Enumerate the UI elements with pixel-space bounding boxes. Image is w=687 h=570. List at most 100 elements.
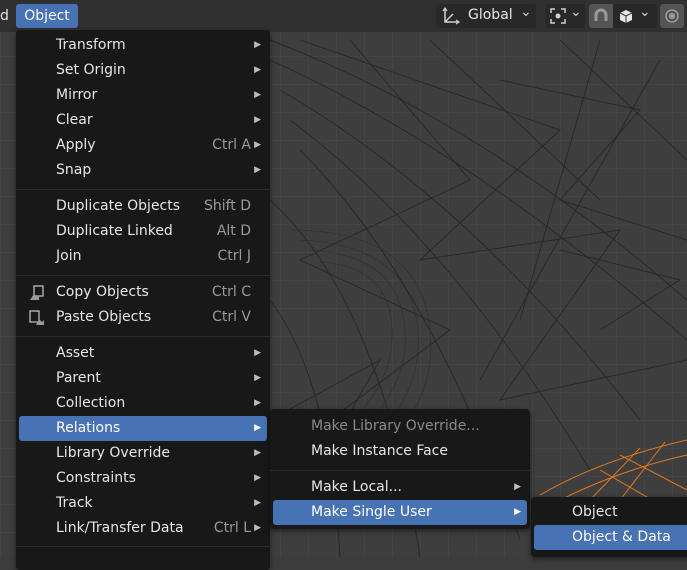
submenu-arrow-icon: ▶ [254,348,261,358]
menu-item-shortcut: Ctrl J [217,248,252,264]
snap-toggle-button[interactable] [589,4,613,28]
submenu-arrow-icon: ▶ [254,423,261,433]
menu-item-label: Relations [56,420,121,436]
overlay-circle-icon [665,9,679,23]
relations-submenu: Make Library Override... Make Instance F… [270,409,530,529]
menu-item-shortcut: Ctrl A [212,137,251,153]
make-single-user-submenu: Object Object & Data [531,497,687,557]
header-menu-fragment[interactable]: d [0,8,9,24]
snap-controls[interactable]: ⌄ [589,4,657,28]
overlay-toggle-button[interactable] [660,4,684,28]
menu-separator [16,189,270,190]
menu-item-paste-objects[interactable]: Paste Objects Ctrl V [19,305,267,330]
menu-item-apply[interactable]: Apply Ctrl A ▶ [19,133,267,158]
pivot-point-icon [550,8,566,24]
menu-item-label: Parent [56,370,101,386]
viewport-header: d Object Global ⌄ ⌄ ⌄ [0,0,687,32]
menu-item-label: Constraints [56,470,136,486]
menu-item-set-origin[interactable]: Set Origin ▶ [19,58,267,83]
object-menu: Transform ▶ Set Origin ▶ Mirror ▶ Clear … [16,30,270,570]
submenu-arrow-icon: ▶ [514,482,521,492]
menu-item-join[interactable]: Join Ctrl J [19,244,267,269]
submenu-arrow-icon: ▶ [254,523,261,533]
menu-item-label: Duplicate Linked [56,223,173,239]
menu-item-asset[interactable]: Asset ▶ [19,341,267,366]
menu-separator [270,470,530,471]
menu-item-label: Make Single User [311,504,432,520]
menu-item-transform[interactable]: Transform ▶ [19,33,267,58]
menu-item-label: Object [572,504,618,520]
menu-item-label: Make Library Override... [311,418,480,434]
chevron-down-icon: ⌄ [639,4,651,20]
submenu-arrow-icon: ▶ [254,40,261,50]
menu-item-make-local[interactable]: Make Local... ▶ [273,475,527,500]
submenu-arrow-icon: ▶ [254,90,261,100]
menu-item-label: Copy Objects [56,284,149,300]
menu-item-shortcut: Ctrl V [212,309,251,325]
menu-item-make-single-user[interactable]: Make Single User ▶ [273,500,527,525]
menu-item-label: Library Override [56,445,170,461]
orientation-axes-icon [442,7,460,25]
menu-item-make-instance-face[interactable]: Make Instance Face [273,439,527,464]
submenu-arrow-icon: ▶ [254,65,261,75]
menu-item-object[interactable]: Object [534,500,687,525]
transform-orientation-dropdown[interactable]: Global ⌄ [436,4,536,28]
chevron-down-icon: ⌄ [570,4,582,20]
menu-item-label: Duplicate Objects [56,198,181,214]
menu-item-label: Mirror [56,87,98,103]
menu-item-label: Object & Data [572,529,671,545]
menu-item-track[interactable]: Track ▶ [19,491,267,516]
submenu-arrow-icon: ▶ [254,140,261,150]
chevron-down-icon: ⌄ [520,4,532,20]
menu-item-duplicate-objects[interactable]: Duplicate Objects Shift D [19,194,267,219]
menu-separator [16,336,270,337]
menu-item-label: Collection [56,395,126,411]
menu-item-constraints[interactable]: Constraints ▶ [19,466,267,491]
menu-item-shortcut: Alt D [216,223,251,239]
menu-item-label: Snap [56,162,92,178]
menu-item-parent[interactable]: Parent ▶ [19,366,267,391]
menu-separator [16,275,270,276]
menu-item-label: Join [56,248,82,264]
menu-item-label: Apply [56,137,96,153]
submenu-arrow-icon: ▶ [254,115,261,125]
submenu-arrow-icon: ▶ [514,507,521,517]
snap-cube-icon [619,10,633,23]
submenu-arrow-icon: ▶ [254,165,261,175]
menu-item-label: Set Origin [56,62,126,78]
menu-item-mirror[interactable]: Mirror ▶ [19,83,267,108]
menu-item-shortcut: Shift D [203,198,251,214]
submenu-arrow-icon: ▶ [254,373,261,383]
menu-item-copy-objects[interactable]: Copy Objects Ctrl C [19,280,267,305]
menu-item-clear[interactable]: Clear ▶ [19,108,267,133]
menu-item-label: Track [56,495,93,511]
pivot-point-dropdown[interactable]: ⌄ [545,4,585,28]
menu-item-label: Asset [56,345,95,361]
menu-item-make-library-override[interactable]: Make Library Override... [273,414,527,439]
menu-item-snap[interactable]: Snap ▶ [19,158,267,183]
paste-icon [29,310,44,325]
menu-separator [16,546,270,547]
menu-item-shortcut: Ctrl L [213,520,251,536]
menu-item-library-override[interactable]: Library Override ▶ [19,441,267,466]
magnet-icon [594,8,608,21]
submenu-arrow-icon: ▶ [254,473,261,483]
copy-icon [30,285,44,300]
submenu-arrow-icon: ▶ [254,398,261,408]
menu-item-duplicate-linked[interactable]: Duplicate Linked Alt D [19,219,267,244]
menu-item-label: Make Local... [311,479,402,495]
menu-item-link-transfer-data[interactable]: Link/Transfer Data Ctrl L ▶ [19,516,267,541]
menu-item-label: Link/Transfer Data [56,520,184,536]
menu-item-label: Paste Objects [56,309,152,325]
menu-item-shortcut: Ctrl C [211,284,251,300]
submenu-arrow-icon: ▶ [254,498,261,508]
menu-item-label: Make Instance Face [311,443,448,459]
orientation-label: Global [468,7,513,23]
menu-item-collection[interactable]: Collection ▶ [19,391,267,416]
menu-item-relations[interactable]: Relations ▶ [19,416,267,441]
submenu-arrow-icon: ▶ [254,448,261,458]
menu-item-label: Transform [56,37,126,53]
menu-object[interactable]: Object [16,4,78,28]
menu-item-label: Clear [56,112,93,128]
menu-item-object-and-data[interactable]: Object & Data [534,525,687,550]
